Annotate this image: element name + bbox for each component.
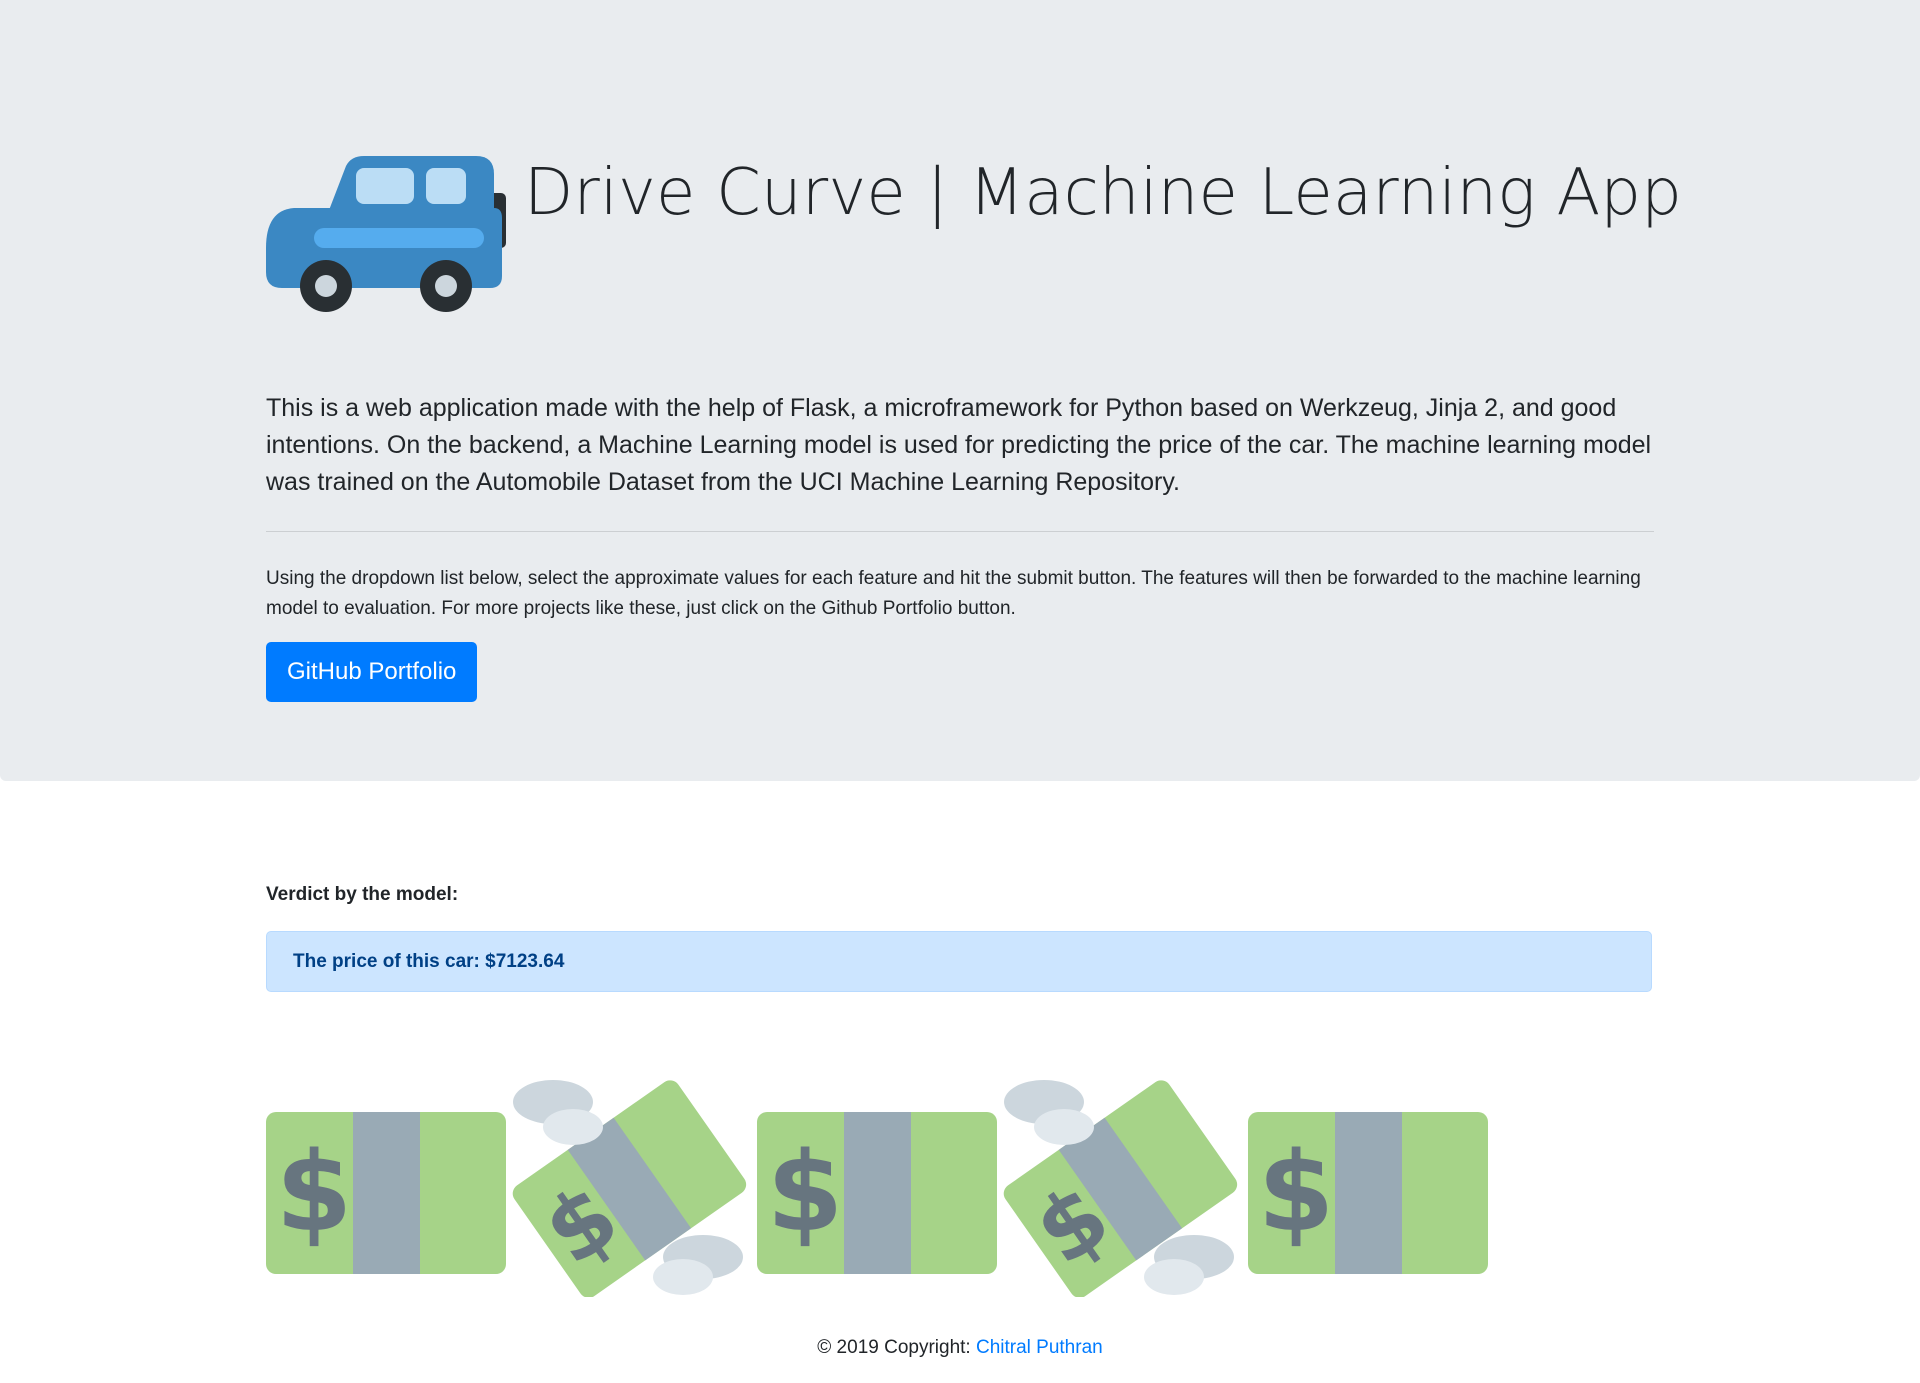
verdict-label: Verdict by the model: xyxy=(266,884,459,905)
instructions-text: Using the dropdown list below, select th… xyxy=(266,568,1641,619)
dollar-banknote-icon: $ xyxy=(1248,1112,1488,1274)
copyright-text: © 2019 Copyright: xyxy=(817,1337,976,1358)
svg-text:$: $ xyxy=(1258,1128,1335,1256)
svg-text:$: $ xyxy=(767,1128,844,1256)
money-icons-row: $ $ $ $ $ xyxy=(266,1072,1496,1302)
divider xyxy=(266,531,1654,532)
svg-text:$: $ xyxy=(276,1128,353,1256)
money-with-wings-icon: $ xyxy=(1003,1080,1238,1297)
dollar-banknote-icon: $ xyxy=(266,1112,506,1274)
author-link[interactable]: Chitral Puthran xyxy=(976,1337,1103,1358)
github-portfolio-button[interactable]: GitHub Portfolio xyxy=(266,642,478,702)
intro-lead-text: This is a web application made with the … xyxy=(266,394,1652,496)
jumbotron-header: Drive Curve | Machine Learning App This … xyxy=(0,0,1920,781)
footer: © 2019 Copyright: Chitral Puthran xyxy=(0,1337,1920,1359)
money-with-wings-icon: $ xyxy=(512,1080,747,1297)
blue-car-icon xyxy=(266,156,506,312)
dollar-banknote-icon: $ xyxy=(757,1112,997,1274)
page-title: Drive Curve | Machine Learning App xyxy=(524,156,1683,230)
price-alert: The price of this car: $7123.64 xyxy=(266,931,1652,992)
